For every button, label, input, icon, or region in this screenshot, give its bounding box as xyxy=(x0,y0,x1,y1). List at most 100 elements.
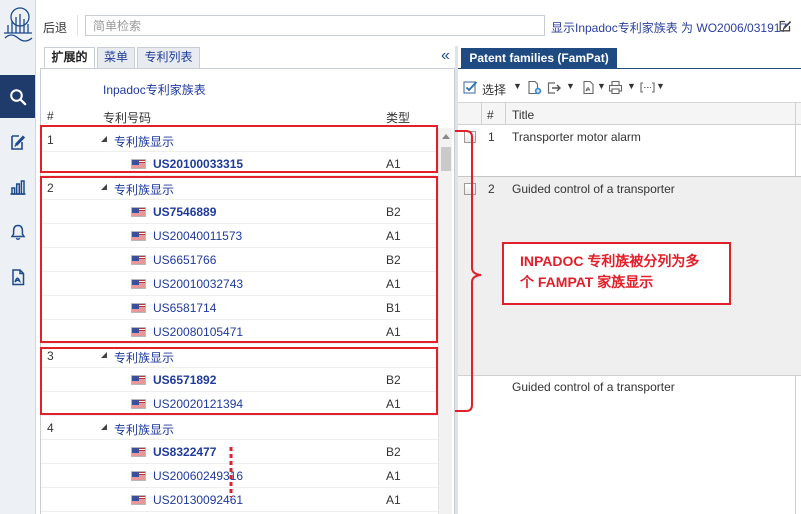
tab-patent-list[interactable]: 专利列表 xyxy=(137,47,200,68)
patent-number-link[interactable]: US20010032743 xyxy=(153,277,243,291)
patent-member-row[interactable]: US6651766 B2 xyxy=(41,248,437,272)
search-input[interactable] xyxy=(85,15,545,36)
sidebar-item-search[interactable] xyxy=(0,75,35,118)
column-header-number[interactable]: # xyxy=(487,108,494,122)
select-button[interactable] xyxy=(463,80,478,95)
patent-number-link[interactable]: US20040011573 xyxy=(153,229,242,243)
family-header-row[interactable]: 4 专利族显示 xyxy=(41,416,437,440)
patent-number-link[interactable]: US20060249316 xyxy=(153,469,243,483)
patent-member-row[interactable]: US8322477 B2 xyxy=(41,440,437,464)
collapse-triangle-icon[interactable] xyxy=(101,424,107,430)
family-title[interactable]: Transporter motor alarm xyxy=(512,130,641,144)
patent-number-link[interactable]: US6581714 xyxy=(153,301,216,315)
tab-patent-families[interactable]: Patent families (FamPat) xyxy=(461,48,617,68)
patent-number-link[interactable]: US7546889 xyxy=(153,205,216,219)
export-dropdown-caret-icon[interactable]: ▼ xyxy=(566,81,575,91)
sidebar-item-edit[interactable] xyxy=(0,120,35,163)
back-link[interactable]: 后退 xyxy=(43,19,67,36)
collapse-panel-button[interactable]: « xyxy=(441,47,450,65)
export-icon xyxy=(547,82,561,94)
patent-member-row[interactable]: US20130092461 A1 xyxy=(41,488,437,512)
row-checkbox[interactable] xyxy=(464,183,476,195)
collapse-triangle-icon[interactable] xyxy=(101,136,107,142)
family-display-link[interactable]: 专利族显示 xyxy=(114,133,174,150)
patent-family-group: 4 专利族显示 US8322477 B2 US20060249316 A1 US201300… xyxy=(41,416,437,512)
tab-underline xyxy=(458,68,801,69)
tab-menu[interactable]: 菜单 xyxy=(97,47,135,68)
scrollbar-thumb[interactable] xyxy=(441,147,451,171)
icon-sidebar xyxy=(0,0,36,514)
edit-document-icon xyxy=(10,134,25,150)
us-flag-icon xyxy=(131,207,146,217)
family-display-link[interactable]: 专利族显示 xyxy=(114,349,174,366)
add-to-folder-button[interactable] xyxy=(527,80,542,95)
toolbar-divider xyxy=(77,15,78,36)
expand-button[interactable] xyxy=(640,80,655,95)
patent-member-row[interactable]: US20060249316 A1 xyxy=(41,464,437,488)
select-label[interactable]: 选择 xyxy=(482,81,506,98)
row-number: 2 xyxy=(488,182,495,196)
patent-member-row[interactable]: US6581714 B1 xyxy=(41,296,437,320)
patent-number-link[interactable]: US20100033315 xyxy=(153,157,243,171)
patent-member-row[interactable]: US6571892 B2 xyxy=(41,368,437,392)
kind-code: A1 xyxy=(386,469,401,483)
kind-code: A1 xyxy=(386,325,401,339)
column-header-kind[interactable]: 类型 xyxy=(386,109,410,126)
patent-number-link[interactable]: US6571892 xyxy=(153,373,216,387)
inpadoc-family-table-link[interactable]: Inpadoc专利家族表 xyxy=(103,81,206,98)
export-button[interactable] xyxy=(547,80,562,95)
kind-code: A1 xyxy=(386,229,401,243)
pdf-export-button[interactable] xyxy=(581,80,596,95)
patent-member-row[interactable]: US20080105471 A1 xyxy=(41,320,437,344)
family-title[interactable]: Guided control of a transporter xyxy=(512,182,675,196)
patent-member-row[interactable]: US20040011573 A1 xyxy=(41,224,437,248)
patent-member-row[interactable]: US20100033315 A1 xyxy=(41,152,437,176)
edit-button[interactable] xyxy=(779,19,792,32)
select-dropdown-caret-icon[interactable]: ▼ xyxy=(513,81,522,91)
patent-member-row[interactable]: US20010032743 A1 xyxy=(41,272,437,296)
family-display-link[interactable]: 专利族显示 xyxy=(114,181,174,198)
column-header-number[interactable]: # xyxy=(47,109,54,123)
tab-expanded[interactable]: 扩展的 xyxy=(44,47,95,69)
patent-number-link[interactable]: US20130092461 xyxy=(153,493,243,507)
sidebar-item-analytics[interactable] xyxy=(0,165,35,208)
family-display-link[interactable]: 专利族显示 xyxy=(114,421,174,438)
patent-number-link[interactable]: US20020121394 xyxy=(153,397,243,411)
patent-number-link[interactable]: US20080105471 xyxy=(153,325,243,339)
kind-code: B2 xyxy=(386,253,401,267)
patent-member-row[interactable]: US7546889 B2 xyxy=(41,200,437,224)
column-divider xyxy=(505,102,506,125)
pdf-icon xyxy=(583,80,594,95)
us-flag-icon xyxy=(131,279,146,289)
search-icon xyxy=(9,88,26,105)
column-header-title[interactable]: Title xyxy=(512,108,534,122)
family-header-row[interactable]: 3 专利族显示 xyxy=(41,344,437,368)
us-flag-icon xyxy=(131,303,146,313)
kind-code: B1 xyxy=(386,301,401,315)
pdf-dropdown-caret-icon[interactable]: ▼ xyxy=(597,81,606,91)
family-title[interactable]: Guided control of a transporter xyxy=(512,380,675,394)
expand-collapse-icon xyxy=(640,82,655,93)
column-header-patent-number[interactable]: 专利号码 xyxy=(103,109,151,126)
family-table-info: 显示Inpadoc专利家族表 为 WO2006/031917 xyxy=(551,21,788,35)
us-flag-icon xyxy=(131,375,146,385)
callout-line: 个 FAMPAT 家族显示 xyxy=(520,274,654,290)
sidebar-item-reports[interactable] xyxy=(0,255,35,298)
print-icon xyxy=(608,80,623,95)
us-flag-icon xyxy=(131,159,146,169)
app-logo[interactable] xyxy=(2,4,34,42)
expand-dropdown-caret-icon[interactable]: ▼ xyxy=(656,81,665,91)
patent-member-row[interactable]: US20020121394 A1 xyxy=(41,392,437,416)
collapse-triangle-icon[interactable] xyxy=(101,184,107,190)
scroll-up-arrow-icon[interactable] xyxy=(442,134,450,139)
row-checkbox[interactable] xyxy=(464,131,476,143)
patent-number-link[interactable]: US6651766 xyxy=(153,253,216,267)
patent-number-link[interactable]: US8322477 xyxy=(153,445,216,459)
family-header-row[interactable]: 2 专利族显示 xyxy=(41,176,437,200)
print-dropdown-caret-icon[interactable]: ▼ xyxy=(627,81,636,91)
print-button[interactable] xyxy=(608,80,623,95)
family-header-row[interactable]: 1 专利族显示 xyxy=(41,128,437,152)
sidebar-item-alerts[interactable] xyxy=(0,210,35,253)
collapse-triangle-icon[interactable] xyxy=(101,352,107,358)
left-scrollbar[interactable] xyxy=(438,128,452,514)
